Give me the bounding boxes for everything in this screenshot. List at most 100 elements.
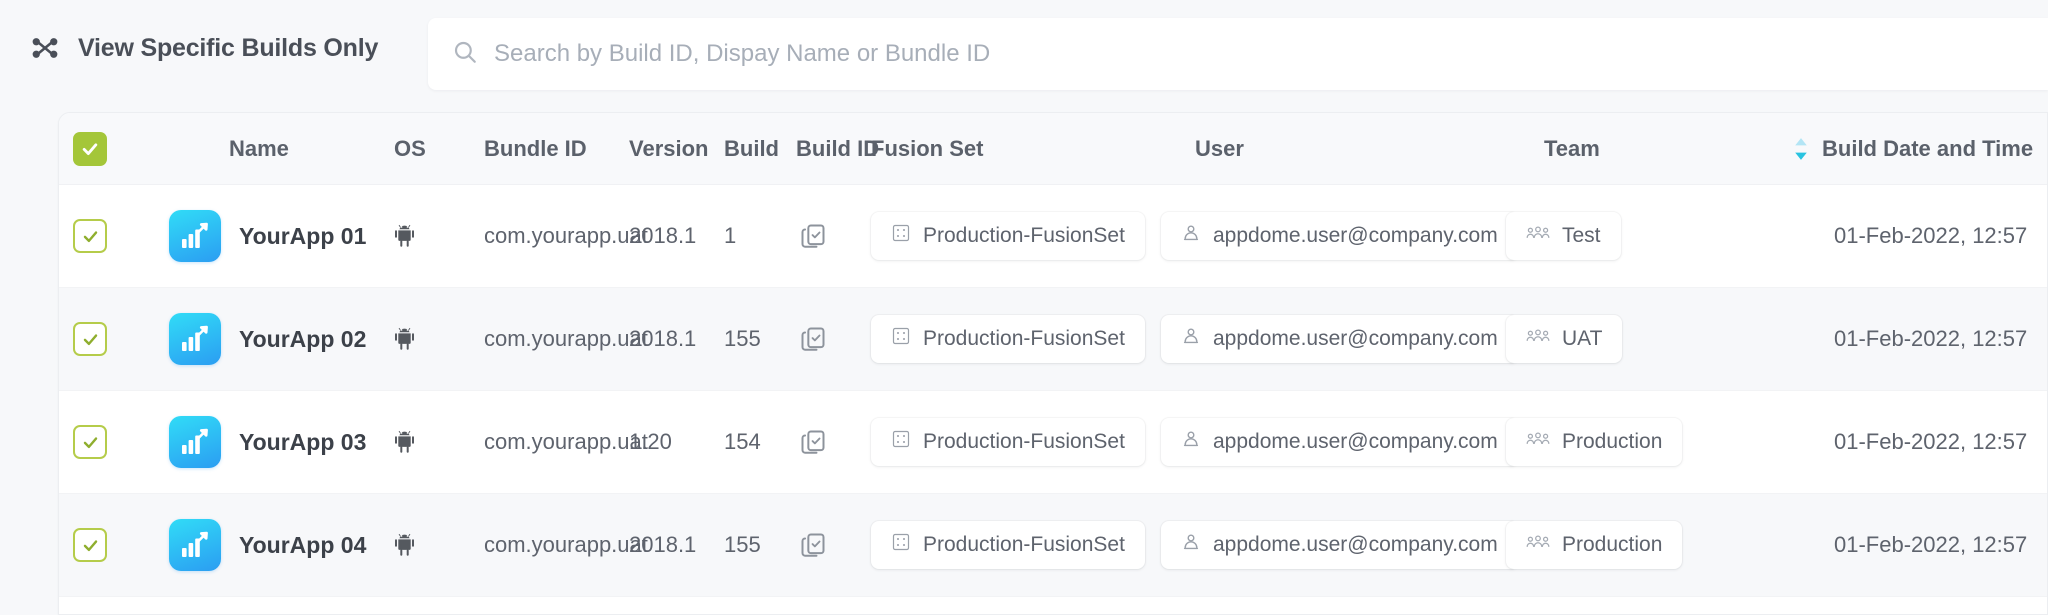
row-checkbox[interactable] [73, 219, 107, 253]
team-chip[interactable]: Production [1506, 418, 1683, 466]
group-icon [1526, 224, 1550, 248]
user-value: appdome.user@company.com [1213, 327, 1498, 350]
column-header-team[interactable]: Team [1506, 136, 1776, 162]
android-icon [394, 224, 484, 248]
user-chip[interactable]: appdome.user@company.com [1161, 315, 1518, 363]
row-team-cell: Test [1506, 212, 1776, 260]
row-checkbox[interactable] [73, 528, 107, 562]
app-name: YourApp 03 [239, 428, 367, 455]
row-os-cell [394, 430, 484, 454]
fusion-set-value: Production-FusionSet [923, 430, 1125, 453]
column-header-bundle-id[interactable]: Bundle ID [484, 136, 629, 162]
row-fusion-set-cell: Production-FusionSet [871, 212, 1161, 260]
person-icon [1181, 532, 1201, 558]
row-app-cell: YourApp 04 [169, 519, 394, 571]
user-value: appdome.user@company.com [1213, 430, 1498, 453]
team-chip[interactable]: UAT [1506, 315, 1623, 363]
column-header-build-date[interactable]: Build Date and Time [1776, 136, 2047, 162]
row-checkbox[interactable] [73, 425, 107, 459]
column-header-name[interactable]: Name [169, 136, 394, 162]
search-bar[interactable] [428, 18, 2048, 90]
row-team-cell: Production [1506, 521, 1776, 569]
column-header-fusion-set[interactable]: Fusion Set [871, 136, 1161, 162]
fusion-set-chip[interactable]: Production-FusionSet [871, 521, 1145, 569]
fusion-set-value: Production-FusionSet [923, 533, 1125, 556]
version-value: 2018.1 [629, 223, 697, 248]
row-select-cell [59, 528, 169, 562]
column-header-build-id[interactable]: Build ID [796, 136, 879, 162]
fusion-set-value: Production-FusionSet [923, 327, 1125, 350]
bar-chart-app-icon [169, 313, 221, 365]
team-chip[interactable]: Production [1506, 521, 1683, 569]
row-user-cell: appdome.user@company.com [1161, 212, 1518, 260]
table-row[interactable]: YourApp 03 com.yourapp.uat 1.20 154 Prod… [59, 391, 2047, 494]
copy-build-id-icon[interactable] [796, 425, 830, 459]
grid-icon [891, 532, 911, 558]
row-build-id-cell [796, 528, 871, 562]
merge-branch-icon [30, 33, 60, 63]
row-version-cell: 2018.1 [629, 532, 724, 558]
row-bundle-id-cell: com.yourapp.uat [484, 532, 648, 558]
copy-build-id-icon[interactable] [796, 528, 830, 562]
user-chip[interactable]: appdome.user@company.com [1161, 212, 1518, 260]
person-icon [1181, 223, 1201, 249]
fusion-set-value: Production-FusionSet [923, 224, 1125, 247]
row-build-id-cell [796, 322, 871, 356]
build-date-value: 01-Feb-2022, 12:57 [1834, 223, 2028, 248]
row-user-cell: appdome.user@company.com [1161, 521, 1518, 569]
row-select-cell [59, 425, 169, 459]
row-build-cell: 154 [724, 429, 796, 455]
user-chip[interactable]: appdome.user@company.com [1161, 521, 1518, 569]
column-header-user[interactable]: User [1161, 136, 1506, 162]
sort-arrows-icon[interactable] [1792, 136, 1810, 162]
copy-build-id-icon[interactable] [796, 219, 830, 253]
view-specific-builds-toggle[interactable]: View Specific Builds Only [30, 0, 378, 96]
fusion-set-chip[interactable]: Production-FusionSet [871, 315, 1145, 363]
row-user-cell: appdome.user@company.com [1161, 418, 1518, 466]
column-header-version[interactable]: Version [629, 136, 724, 162]
row-app-cell: YourApp 01 [169, 210, 394, 262]
column-header-os[interactable]: OS [394, 136, 484, 162]
team-value: Production [1562, 533, 1663, 556]
app-name: YourApp 02 [239, 325, 367, 352]
row-build-cell: 155 [724, 532, 796, 558]
build-value: 155 [724, 326, 761, 351]
row-team-cell: Production [1506, 418, 1776, 466]
view-toggle-label: View Specific Builds Only [78, 33, 379, 62]
row-build-cell: 155 [724, 326, 796, 352]
bar-chart-app-icon [169, 416, 221, 468]
version-value: 2018.1 [629, 326, 697, 351]
row-fusion-set-cell: Production-FusionSet [871, 315, 1161, 363]
row-version-cell: 2018.1 [629, 223, 724, 249]
row-checkbox[interactable] [73, 322, 107, 356]
row-build-id-cell [796, 425, 871, 459]
build-value: 154 [724, 429, 761, 454]
person-icon [1181, 326, 1201, 352]
team-chip[interactable]: Test [1506, 212, 1621, 260]
column-header-build[interactable]: Build [724, 136, 796, 162]
row-build-cell: 1 [724, 223, 796, 249]
table-row[interactable]: YourApp 01 com.yourapp.uat 2018.1 1 Prod… [59, 185, 2047, 288]
version-value: 2018.1 [629, 532, 697, 557]
builds-page: View Specific Builds Only N [0, 0, 2048, 615]
app-name: YourApp 04 [239, 531, 367, 558]
fusion-set-chip[interactable]: Production-FusionSet [871, 418, 1145, 466]
table-header-row: Name OS Bundle ID Version Build Build ID… [59, 113, 2047, 185]
app-name: YourApp 01 [239, 222, 367, 249]
android-icon [394, 327, 484, 351]
search-input[interactable] [494, 18, 2048, 90]
fusion-set-chip[interactable]: Production-FusionSet [871, 212, 1145, 260]
select-all-checkbox[interactable] [73, 131, 107, 166]
group-icon [1526, 533, 1550, 557]
copy-build-id-icon[interactable] [796, 322, 830, 356]
row-build-id-cell [796, 219, 871, 253]
bundle-id-value: com.yourapp.uat [484, 326, 648, 351]
user-chip[interactable]: appdome.user@company.com [1161, 418, 1518, 466]
table-row[interactable]: YourApp 02 com.yourapp.uat 2018.1 155 Pr… [59, 288, 2047, 391]
team-value: Production [1562, 430, 1663, 453]
build-date-value: 01-Feb-2022, 12:57 [1834, 429, 2028, 454]
grid-icon [891, 326, 911, 352]
table-row[interactable]: YourApp 04 com.yourapp.uat 2018.1 155 Pr… [59, 494, 2047, 597]
build-date-value: 01-Feb-2022, 12:57 [1834, 326, 2028, 351]
top-bar: View Specific Builds Only [0, 0, 2048, 96]
